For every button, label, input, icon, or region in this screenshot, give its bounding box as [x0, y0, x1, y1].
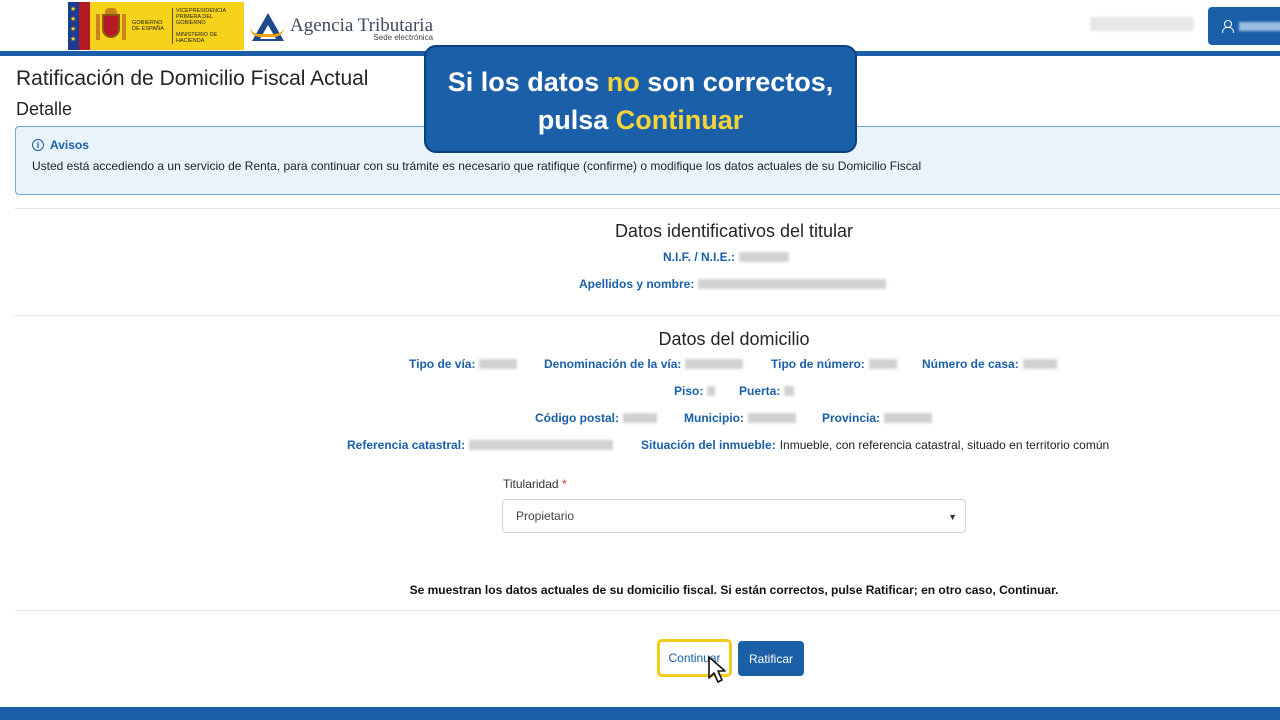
eu-flag-icon: ★ ★ ★ ★ [68, 2, 90, 50]
user-menu-button[interactable] [1208, 7, 1280, 45]
situacion-value: Inmueble, con referencia catastral, situ… [779, 438, 1110, 452]
agencia-tributaria-logo[interactable]: Agencia Tributaria Sede electrónica [250, 8, 433, 44]
municipio-field: Municipio: [684, 411, 796, 425]
puerta-field: Puerta: [739, 384, 795, 398]
provincia-value-redacted [884, 413, 933, 423]
titularidad-label: Titularidad * [503, 477, 567, 491]
codigo-postal-value-redacted [623, 413, 657, 423]
piso-field: Piso: [674, 384, 716, 398]
callout-highlight-no: no [606, 67, 640, 97]
page-title: Ratificación de Domicilio Fiscal Actual [16, 67, 369, 90]
nif-value-redacted [739, 252, 790, 262]
nombre-field: Apellidos y nombre: [579, 277, 887, 291]
tipo-numero-value-redacted [868, 359, 897, 369]
callout-text: Si los datos [447, 67, 607, 97]
divider [15, 208, 1280, 209]
aeat-logo-icon [250, 9, 286, 43]
user-name-redacted [1090, 17, 1194, 31]
vicepresidencia-text: VICEPRESIDENCIA PRIMERA DEL GOBIERNO [176, 8, 226, 26]
alert-title: Avisos [50, 138, 89, 152]
domicilio-section-title: Datos del domicilio [658, 329, 810, 349]
page-subtitle: Detalle [16, 99, 73, 119]
user-icon [1222, 20, 1234, 33]
situacion-field: Situación del inmueble: Inmueble, con re… [641, 438, 1109, 452]
provincia-label: Provincia: [822, 411, 881, 425]
referencia-catastral-label: Referencia catastral: [347, 438, 466, 452]
tipo-via-field: Tipo de vía: [409, 357, 518, 371]
numero-casa-label: Número de casa: [922, 357, 1019, 371]
piso-value-redacted [707, 386, 716, 396]
brand-subtitle: Sede electrónica [373, 33, 434, 42]
divider [15, 610, 1280, 611]
provincia-field: Provincia: [822, 411, 933, 425]
gobierno-logo[interactable]: ★ ★ ★ ★ GOBIERNO DE ESPAÑA VICEPRESIDENC… [68, 2, 244, 50]
municipio-value-redacted [748, 413, 796, 423]
puerta-label: Puerta: [739, 384, 781, 398]
titularidad-select[interactable]: Propietario ▼ [502, 499, 966, 533]
codigo-postal-label: Código postal: [535, 411, 619, 425]
required-mark: * [561, 477, 567, 491]
spain-crest-icon [96, 8, 126, 44]
numero-casa-field: Número de casa: [922, 357, 1057, 371]
tipo-via-label: Tipo de vía: [409, 357, 476, 371]
nif-field: N.I.F. / N.I.E.: [663, 250, 790, 264]
tipo-via-value-redacted [479, 359, 518, 369]
denominacion-value-redacted [685, 359, 744, 369]
tipo-numero-label: Tipo de número: [771, 357, 865, 371]
titular-section-title: Datos identificativos del titular [614, 221, 854, 241]
referencia-catastral-value-redacted [469, 440, 614, 450]
gobierno-text: GOBIERNO DE ESPAÑA [132, 20, 164, 32]
ratificar-button[interactable]: Ratificar [738, 641, 804, 676]
numero-casa-value-redacted [1022, 359, 1057, 369]
ministerio-text: MINISTERIO DE HACIENDA [176, 32, 218, 44]
footer-bar [0, 707, 1280, 720]
info-icon: i [32, 139, 44, 151]
denominacion-field: Denominación de la vía: [544, 357, 744, 371]
chevron-down-icon: ▼ [948, 512, 957, 522]
mouse-cursor-icon [708, 656, 726, 683]
piso-label: Piso: [674, 384, 704, 398]
divider [15, 315, 1280, 316]
denominacion-label: Denominación de la vía: [544, 357, 682, 371]
situacion-label: Situación del inmueble: [641, 438, 776, 452]
callout-text: pulsa [537, 105, 616, 135]
nombre-label: Apellidos y nombre: [579, 277, 695, 291]
tipo-numero-field: Tipo de número: [771, 357, 897, 371]
municipio-label: Municipio: [684, 411, 744, 425]
codigo-postal-field: Código postal: [535, 411, 657, 425]
user-button-label-redacted [1239, 21, 1280, 31]
referencia-catastral-field: Referencia catastral: [347, 438, 614, 452]
instruction-note: Se muestran los datos actuales de su dom… [409, 583, 1059, 597]
nif-label: N.I.F. / N.I.E.: [663, 250, 736, 264]
nombre-value-redacted [698, 279, 887, 289]
tutorial-callout: Si los datos no son correctos, pulsa Con… [424, 45, 857, 153]
callout-text: son correctos, [639, 67, 834, 97]
alert-text: Usted está accediendo a un servicio de R… [32, 159, 922, 173]
titularidad-selected-value: Propietario [516, 509, 575, 523]
callout-highlight-continuar: Continuar [615, 105, 744, 135]
puerta-value-redacted [784, 386, 795, 396]
